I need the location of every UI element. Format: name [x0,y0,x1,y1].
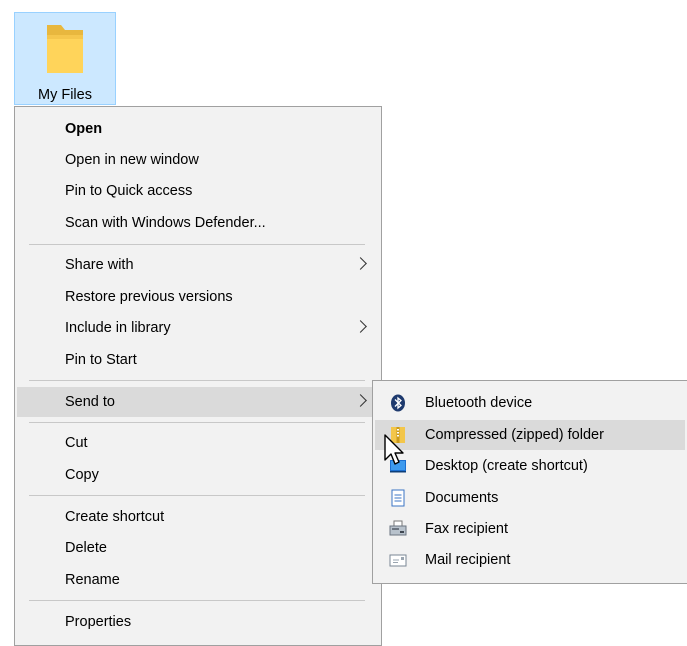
menu-item-label: Include in library [65,320,171,336]
menu-item-label: Properties [65,614,132,630]
menu-item-label: Open in new window [65,152,199,168]
menu-item-label: Restore previous versions [65,289,233,305]
menu-item-create-shortcut[interactable]: Create shortcut [17,502,379,532]
menu-item-label: Send to [65,394,115,410]
mouse-pointer-icon [384,434,404,465]
menu-separator [29,600,365,601]
chevron-right-icon [354,257,367,270]
menu-item-label: Pin to Quick access [65,183,193,199]
menu-item-pin-to-quick-access[interactable]: Pin to Quick access [17,176,379,206]
menu-separator [29,244,365,245]
menu-separator [29,422,365,423]
folder-icon [47,25,83,73]
menu-item-delete[interactable]: Delete [17,533,379,563]
menu-item-open-in-new-window[interactable]: Open in new window [17,145,379,175]
mail-icon [389,554,407,567]
menu-separator [29,380,365,381]
menu-item-cut[interactable]: Cut [17,428,379,458]
chevron-right-icon [354,394,367,407]
chevron-right-icon [354,320,367,333]
menu-item-label: Delete [65,540,107,556]
menu-item-label: Pin to Start [65,352,137,368]
bluetooth-icon [391,394,405,412]
submenu-item-desktop[interactable]: Desktop (create shortcut) [375,451,685,481]
menu-item-label: Share with [65,257,134,273]
submenu-item-label: Mail recipient [425,552,511,568]
submenu-item-bluetooth-device[interactable]: Bluetooth device [375,388,685,418]
menu-item-label: Cut [65,435,88,451]
menu-item-pin-to-start[interactable]: Pin to Start [17,345,379,375]
menu-item-send-to[interactable]: Send to [17,387,379,417]
menu-item-label: Rename [65,572,120,588]
menu-item-label: Copy [65,467,99,483]
submenu-item-label: Documents [425,490,499,506]
submenu-item-label: Fax recipient [425,521,509,537]
send-to-submenu: Bluetooth device Compressed (zipped) fol… [372,380,687,584]
menu-item-label: Create shortcut [65,509,165,525]
submenu-item-label: Compressed (zipped) folder [425,427,604,443]
submenu-item-compressed-folder[interactable]: Compressed (zipped) folder [375,420,685,450]
context-menu: Open Open in new window Pin to Quick acc… [14,106,382,646]
menu-item-label: Open [65,121,103,137]
menu-item-copy[interactable]: Copy [17,460,379,490]
menu-item-restore-previous-versions[interactable]: Restore previous versions [17,282,379,312]
submenu-item-label: Desktop (create shortcut) [425,458,588,474]
desktop-folder-my-files[interactable]: My Files [14,12,116,105]
submenu-item-mail-recipient[interactable]: Mail recipient [375,545,685,575]
folder-label: My Files [38,87,92,103]
menu-item-include-in-library[interactable]: Include in library [17,313,379,343]
menu-item-open[interactable]: Open [17,114,379,144]
menu-item-label: Scan with Windows Defender... [65,215,266,231]
fax-icon [389,520,407,536]
documents-icon [391,489,405,507]
menu-item-share-with[interactable]: Share with [17,250,379,280]
submenu-item-documents[interactable]: Documents [375,483,685,513]
menu-separator [29,495,365,496]
submenu-item-label: Bluetooth device [425,395,533,411]
menu-item-scan-with-defender[interactable]: Scan with Windows Defender... [17,208,379,238]
menu-item-properties[interactable]: Properties [17,607,379,637]
menu-item-rename[interactable]: Rename [17,565,379,595]
submenu-item-fax-recipient[interactable]: Fax recipient [375,514,685,544]
